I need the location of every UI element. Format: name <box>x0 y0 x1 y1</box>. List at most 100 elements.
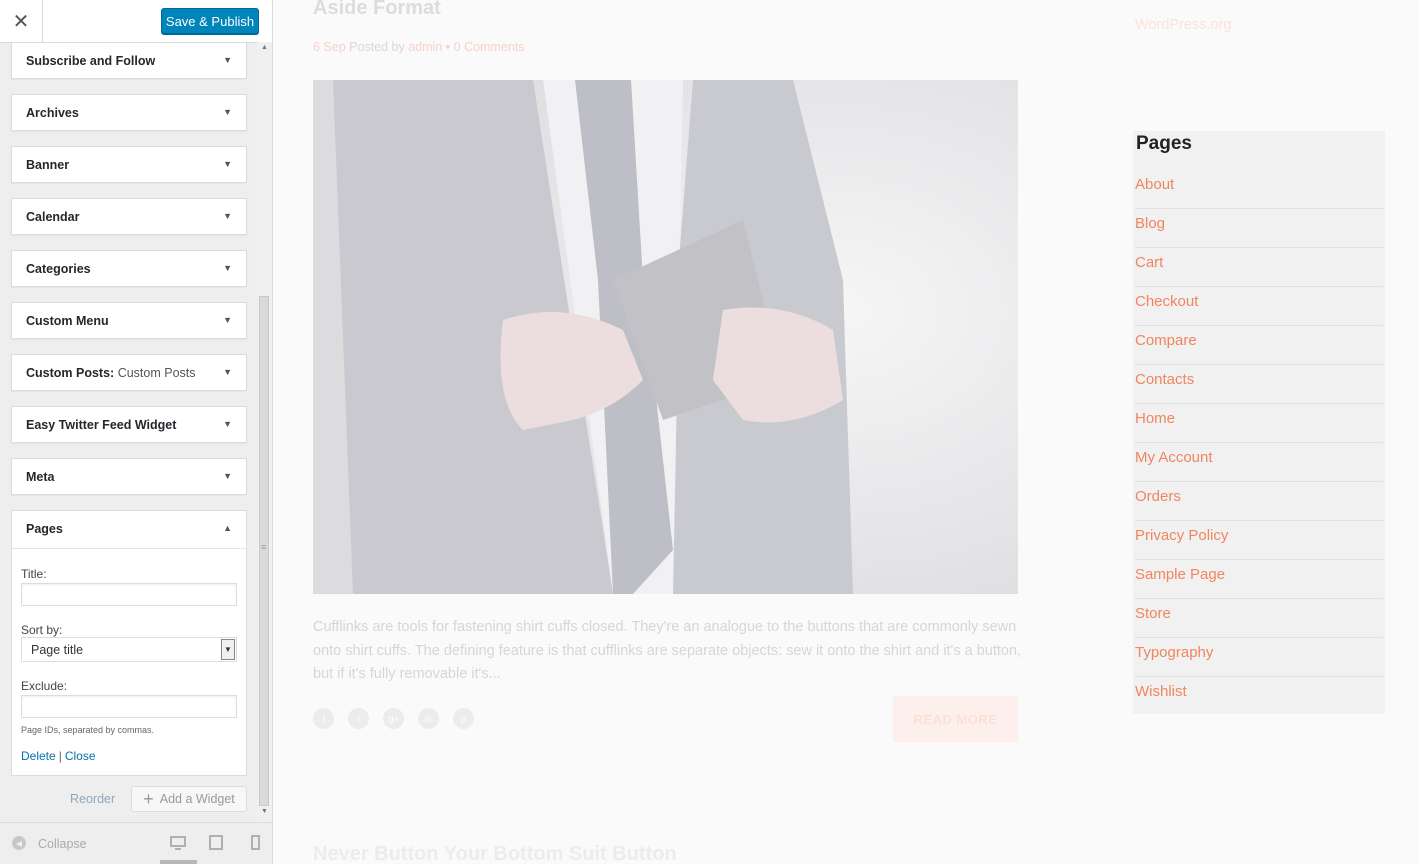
page-link-sample-page[interactable]: Sample Page <box>1135 560 1383 599</box>
wordpress-org-link[interactable]: WordPress.org <box>1135 17 1231 33</box>
sort-by-value: Page title <box>31 643 84 657</box>
page-link-label[interactable]: Store <box>1135 605 1171 622</box>
page-link-checkout[interactable]: Checkout <box>1135 287 1383 326</box>
widget-subscribe-follow[interactable]: Subscribe and Follow ▼ <box>11 42 247 79</box>
chevron-down-icon[interactable]: ▼ <box>223 367 232 377</box>
sort-by-select[interactable]: Page title ▼ <box>21 637 237 662</box>
exclude-label: Exclude: <box>21 679 68 693</box>
linkedin-icon[interactable]: in <box>418 708 439 729</box>
page-link-label[interactable]: Wishlist <box>1135 683 1187 700</box>
scroll-down-icon[interactable]: ▼ <box>261 808 268 815</box>
save-publish-button[interactable]: Save & Publish <box>161 8 259 34</box>
page-link-label[interactable]: Blog <box>1135 215 1165 232</box>
page-link-orders[interactable]: Orders <box>1135 482 1383 521</box>
delete-link[interactable]: Delete <box>21 749 56 763</box>
pinterest-icon[interactable]: p <box>453 708 474 729</box>
chevron-up-icon[interactable]: ▲ <box>223 523 232 533</box>
page-link-wishlist[interactable]: Wishlist <box>1135 677 1383 716</box>
google-plus-icon[interactable]: g+ <box>383 708 404 729</box>
page-link-contacts[interactable]: Contacts <box>1135 365 1383 404</box>
customizer-sidebar: ✕ Save & Publish Subscribe and Follow ▼ … <box>0 0 273 864</box>
widget-meta[interactable]: Meta ▼ <box>11 458 247 495</box>
add-widget-button[interactable]: + Add a Widget <box>131 786 247 812</box>
page-link-label[interactable]: Privacy Policy <box>1135 527 1228 544</box>
widget-title-main: Custom Posts: <box>26 366 115 380</box>
link-separator: | <box>58 749 62 763</box>
post-title[interactable]: Aside Format <box>313 0 441 20</box>
page-link-about[interactable]: About <box>1135 170 1383 209</box>
title-label: Title: <box>21 567 47 581</box>
page-link-label[interactable]: Home <box>1135 410 1175 427</box>
widget-pages-header[interactable]: Pages ▲ <box>12 511 246 549</box>
post-featured-image[interactable] <box>313 80 1018 594</box>
collapse-icon[interactable]: ◀ <box>12 836 26 850</box>
chevron-down-icon[interactable]: ▼ <box>223 211 232 221</box>
post-comments[interactable]: 0 Comments <box>454 40 525 54</box>
page-link-label[interactable]: Compare <box>1135 332 1197 349</box>
close-icon[interactable]: ✕ <box>0 0 43 42</box>
customizer-footer: ◀ Collapse <box>0 822 272 864</box>
page-link-label[interactable]: Cart <box>1135 254 1163 271</box>
plus-icon: + <box>143 789 154 809</box>
chevron-down-icon[interactable]: ▼ <box>223 315 232 325</box>
reorder-link[interactable]: Reorder <box>70 792 115 806</box>
page-link-label[interactable]: Contacts <box>1135 371 1194 388</box>
site-preview: Aside Format 6 Sep Posted by admin • 0 C… <box>273 0 1419 864</box>
page-link-label[interactable]: Typography <box>1135 644 1213 661</box>
page-link-label[interactable]: Sample Page <box>1135 566 1225 583</box>
widget-calendar[interactable]: Calendar ▼ <box>11 198 247 235</box>
page-link-blog[interactable]: Blog <box>1135 209 1383 248</box>
widget-title: Categories <box>26 262 91 276</box>
page-link-privacy-policy[interactable]: Privacy Policy <box>1135 521 1383 560</box>
collapse-label[interactable]: Collapse <box>38 837 87 851</box>
page-link-cart[interactable]: Cart <box>1135 248 1383 287</box>
scroll-up-icon[interactable]: ▲ <box>261 44 268 51</box>
title-input[interactable] <box>21 583 237 606</box>
chevron-down-icon[interactable]: ▼ <box>223 159 232 169</box>
active-device-indicator <box>160 860 197 864</box>
widget-title: Banner <box>26 158 70 172</box>
sidebar-scrollbar[interactable]: ▲ ≡ ▼ <box>257 42 272 822</box>
read-more-button[interactable]: READ MORE <box>893 696 1018 742</box>
pages-widget-heading: Pages <box>1136 133 1192 154</box>
exclude-input[interactable] <box>21 695 237 718</box>
facebook-icon[interactable]: f <box>313 708 334 729</box>
page-link-store[interactable]: Store <box>1135 599 1383 638</box>
page-link-label[interactable]: About <box>1135 176 1174 193</box>
chevron-down-icon[interactable]: ▼ <box>223 107 232 117</box>
page-link-label[interactable]: My Account <box>1135 449 1213 466</box>
close-link[interactable]: Close <box>65 749 96 763</box>
sort-by-label: Sort by: <box>21 623 63 637</box>
mobile-icon[interactable] <box>248 835 264 851</box>
page-link-home[interactable]: Home <box>1135 404 1383 443</box>
twitter-icon[interactable]: t <box>348 708 369 729</box>
pages-widget-preview: Pages About Blog Cart Checkout Compare C… <box>1133 131 1385 714</box>
widget-archives[interactable]: Archives ▼ <box>11 94 247 131</box>
chevron-down-icon[interactable]: ▼ <box>221 639 235 660</box>
widget-actions: Delete | Close <box>21 749 96 763</box>
post-author[interactable]: admin <box>408 40 442 54</box>
chevron-down-icon[interactable]: ▼ <box>223 55 232 65</box>
widget-easy-twitter-feed[interactable]: Easy Twitter Feed Widget ▼ <box>11 406 247 443</box>
chevron-down-icon[interactable]: ▼ <box>223 263 232 273</box>
post-meta: 6 Sep Posted by admin • 0 Comments <box>313 40 525 54</box>
widget-custom-posts[interactable]: Custom Posts: Custom Posts ▼ <box>11 354 247 391</box>
page-link-compare[interactable]: Compare <box>1135 326 1383 365</box>
widget-banner[interactable]: Banner ▼ <box>11 146 247 183</box>
next-post-title[interactable]: Never Button Your Bottom Suit Button <box>313 843 677 864</box>
chevron-down-icon[interactable]: ▼ <box>223 471 232 481</box>
chevron-down-icon[interactable]: ▼ <box>223 419 232 429</box>
widget-title: Custom Posts: Custom Posts <box>26 366 196 380</box>
post-date[interactable]: 6 Sep <box>313 40 346 54</box>
tablet-icon[interactable] <box>208 835 224 851</box>
widget-custom-menu[interactable]: Custom Menu ▼ <box>11 302 247 339</box>
widget-title: Calendar <box>26 210 80 224</box>
page-link-typography[interactable]: Typography <box>1135 638 1383 677</box>
page-link-my-account[interactable]: My Account <box>1135 443 1383 482</box>
page-link-label[interactable]: Checkout <box>1135 293 1198 310</box>
widget-categories[interactable]: Categories ▼ <box>11 250 247 287</box>
page-link-label[interactable]: Orders <box>1135 488 1181 505</box>
widget-title: Pages <box>26 522 63 536</box>
widget-pages-expanded: Pages ▲ Title: Sort by: Page title ▼ Exc… <box>11 510 247 776</box>
desktop-icon[interactable] <box>170 835 186 851</box>
